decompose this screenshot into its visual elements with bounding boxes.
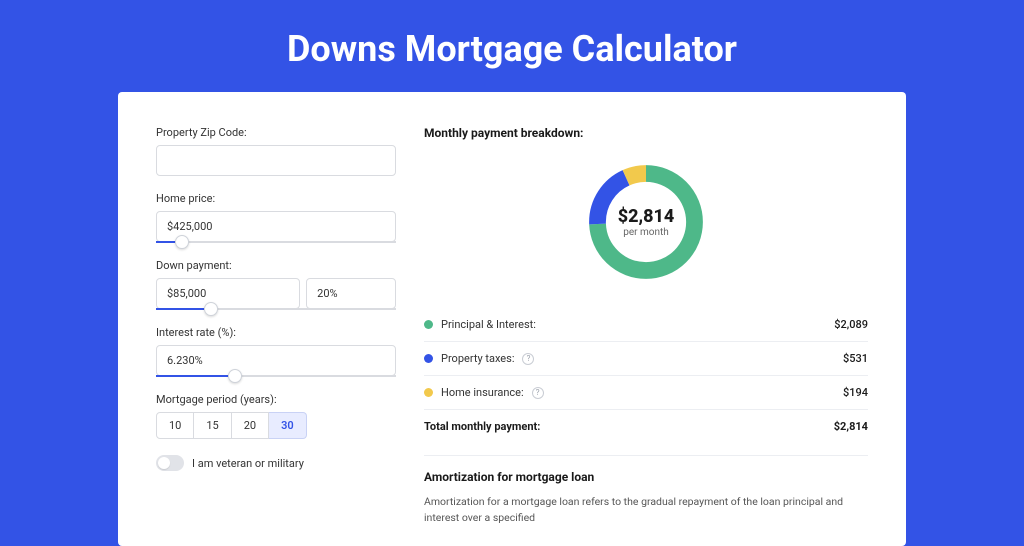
period-tabs: 10 15 20 30 (156, 412, 396, 439)
home-price-slider[interactable] (156, 241, 396, 243)
calculator-card: Property Zip Code: Home price: Down paym… (118, 92, 906, 546)
veteran-toggle[interactable] (156, 455, 184, 471)
interest-label: Interest rate (%): (156, 326, 396, 339)
donut-amount: $2,814 (618, 206, 675, 227)
amortization-title: Amortization for mortgage loan (424, 470, 868, 484)
breakdown-panel: Monthly payment breakdown: $2,814 per mo… (424, 126, 868, 526)
legend-value: $2,089 (834, 318, 868, 331)
total-label: Total monthly payment: (424, 420, 540, 433)
home-price-group: Home price: (156, 192, 396, 243)
legend-value: $531 (843, 352, 868, 365)
dot-icon (424, 354, 433, 363)
total-row: Total monthly payment: $2,814 (424, 410, 868, 449)
legend-label: Property taxes: (441, 352, 514, 365)
donut-sub: per month (623, 227, 669, 238)
legend-label: Home insurance: (441, 386, 524, 399)
slider-thumb[interactable] (228, 369, 242, 383)
legend-insurance: Home insurance: ? $194 (424, 376, 868, 410)
slider-thumb[interactable] (175, 235, 189, 249)
period-group: Mortgage period (years): 10 15 20 30 (156, 393, 396, 439)
amortization-text: Amortization for a mortgage loan refers … (424, 494, 868, 526)
zip-input[interactable] (156, 145, 396, 176)
info-icon[interactable]: ? (532, 387, 544, 399)
period-label: Mortgage period (years): (156, 393, 396, 406)
legend-taxes: Property taxes: ? $531 (424, 342, 868, 376)
donut-chart: $2,814 per month (424, 158, 868, 286)
down-payment-slider[interactable] (156, 308, 396, 310)
page-title: Downs Mortgage Calculator (0, 0, 1024, 92)
info-icon[interactable]: ? (522, 353, 534, 365)
legend-value: $194 (843, 386, 868, 399)
breakdown-title: Monthly payment breakdown: (424, 126, 868, 140)
period-10[interactable]: 10 (156, 412, 194, 439)
interest-input[interactable] (156, 345, 396, 376)
veteran-row: I am veteran or military (156, 455, 396, 471)
toggle-knob (158, 457, 170, 469)
veteran-label: I am veteran or military (192, 457, 304, 470)
dot-icon (424, 388, 433, 397)
period-20[interactable]: 20 (232, 412, 269, 439)
down-payment-input[interactable] (156, 278, 300, 309)
down-payment-pct-input[interactable] (306, 278, 396, 309)
legend-label: Principal & Interest: (441, 318, 536, 331)
down-payment-label: Down payment: (156, 259, 396, 272)
period-15[interactable]: 15 (194, 412, 231, 439)
down-payment-group: Down payment: (156, 259, 396, 310)
total-value: $2,814 (834, 420, 868, 433)
zip-label: Property Zip Code: (156, 126, 396, 139)
interest-slider[interactable] (156, 375, 396, 377)
home-price-label: Home price: (156, 192, 396, 205)
divider (424, 455, 868, 456)
form-panel: Property Zip Code: Home price: Down paym… (156, 126, 396, 526)
legend-principal: Principal & Interest: $2,089 (424, 308, 868, 342)
zip-group: Property Zip Code: (156, 126, 396, 176)
dot-icon (424, 320, 433, 329)
interest-group: Interest rate (%): (156, 326, 396, 377)
slider-thumb[interactable] (204, 302, 218, 316)
home-price-input[interactable] (156, 211, 396, 242)
period-30[interactable]: 30 (269, 412, 307, 439)
